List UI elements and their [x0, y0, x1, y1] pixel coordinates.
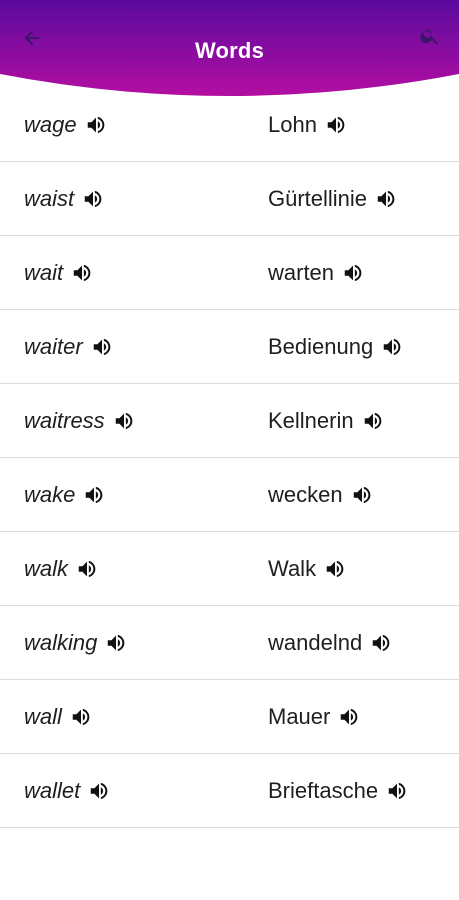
- english-word[interactable]: wall: [24, 680, 92, 754]
- english-word[interactable]: wait: [24, 236, 93, 310]
- english-word-text: waist: [24, 186, 75, 211]
- german-translation-text: warten: [268, 260, 335, 285]
- word-row: wait warten: [0, 236, 459, 310]
- volume-icon[interactable]: [88, 780, 110, 802]
- english-word-text: walking: [24, 630, 98, 655]
- english-word-text: wallet: [24, 778, 81, 803]
- german-translation-text: Mauer: [268, 704, 331, 729]
- english-word[interactable]: wage: [24, 88, 107, 162]
- volume-icon[interactable]: [351, 484, 373, 506]
- volume-icon[interactable]: [324, 558, 346, 580]
- german-translation[interactable]: warten: [268, 236, 364, 310]
- search-button[interactable]: [412, 18, 448, 54]
- word-row: wake wecken: [0, 458, 459, 532]
- volume-icon[interactable]: [338, 706, 360, 728]
- german-translation-text: Lohn: [268, 112, 317, 137]
- english-word-text: waitress: [24, 408, 105, 433]
- word-list: wage Lohn waist Gürtellinie wait warten waiter…: [0, 88, 459, 828]
- volume-icon[interactable]: [362, 410, 384, 432]
- volume-icon[interactable]: [113, 410, 135, 432]
- german-translation-text: Bedienung: [268, 334, 374, 359]
- german-translation[interactable]: Lohn: [268, 88, 347, 162]
- english-word-text: wait: [24, 260, 64, 285]
- english-word-text: walk: [24, 556, 69, 581]
- word-row: walking wandelnd: [0, 606, 459, 680]
- english-word-text: waiter: [24, 334, 83, 359]
- german-translation-text: Kellnerin: [268, 408, 354, 433]
- volume-icon[interactable]: [325, 114, 347, 136]
- german-translation[interactable]: wandelnd: [268, 606, 392, 680]
- german-translation[interactable]: Brieftasche: [268, 754, 408, 828]
- volume-icon[interactable]: [105, 632, 127, 654]
- german-translation[interactable]: Walk: [268, 532, 346, 606]
- volume-icon[interactable]: [71, 262, 93, 284]
- word-row: wage Lohn: [0, 88, 459, 162]
- volume-icon[interactable]: [83, 484, 105, 506]
- german-translation[interactable]: Bedienung: [268, 310, 403, 384]
- english-word[interactable]: waiter: [24, 310, 113, 384]
- volume-icon[interactable]: [76, 558, 98, 580]
- volume-icon[interactable]: [375, 188, 397, 210]
- volume-icon[interactable]: [342, 262, 364, 284]
- english-word[interactable]: walking: [24, 606, 127, 680]
- search-icon: [420, 29, 439, 45]
- page-title: Words: [194, 38, 265, 63]
- word-row: wall Mauer: [0, 680, 459, 754]
- word-row: wallet Brieftasche: [0, 754, 459, 828]
- word-row: waitress Kellnerin: [0, 384, 459, 458]
- english-word[interactable]: wake: [24, 458, 105, 532]
- volume-icon[interactable]: [370, 632, 392, 654]
- app-header: Words: [0, 0, 459, 100]
- english-word[interactable]: walk: [24, 532, 98, 606]
- german-translation[interactable]: Gürtellinie: [268, 162, 397, 236]
- german-translation-text: Brieftasche: [268, 778, 379, 803]
- german-translation[interactable]: Kellnerin: [268, 384, 384, 458]
- volume-icon[interactable]: [91, 336, 113, 358]
- german-translation[interactable]: wecken: [268, 458, 373, 532]
- english-word[interactable]: waist: [24, 162, 104, 236]
- word-row: waist Gürtellinie: [0, 162, 459, 236]
- german-translation-text: Walk: [268, 556, 317, 581]
- german-translation-text: wecken: [268, 482, 343, 507]
- volume-icon[interactable]: [85, 114, 107, 136]
- word-row: waiter Bedienung: [0, 310, 459, 384]
- german-translation-text: Gürtellinie: [268, 186, 368, 211]
- german-translation-text: wandelnd: [268, 630, 363, 655]
- volume-icon[interactable]: [82, 188, 104, 210]
- volume-icon[interactable]: [381, 336, 403, 358]
- english-word[interactable]: waitress: [24, 384, 135, 458]
- german-translation[interactable]: Mauer: [268, 680, 360, 754]
- word-row: walk Walk: [0, 532, 459, 606]
- english-word[interactable]: wallet: [24, 754, 110, 828]
- volume-icon[interactable]: [70, 706, 92, 728]
- english-word-text: wall: [24, 704, 62, 729]
- english-word-text: wage: [24, 112, 77, 137]
- volume-icon[interactable]: [386, 780, 408, 802]
- english-word-text: wake: [24, 482, 76, 507]
